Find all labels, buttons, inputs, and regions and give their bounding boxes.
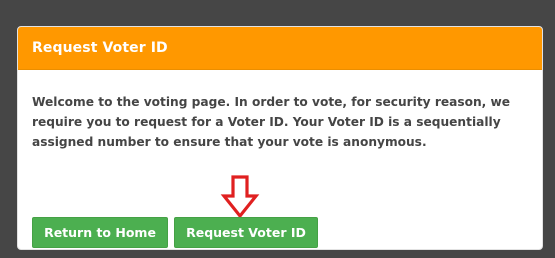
- panel-body: Welcome to the voting page. In order to …: [18, 70, 542, 248]
- welcome-message: Welcome to the voting page. In order to …: [32, 95, 511, 149]
- panel-title: Request Voter ID: [18, 27, 542, 70]
- return-to-home-button[interactable]: Return to Home: [32, 217, 168, 248]
- request-voter-id-button[interactable]: Request Voter ID: [174, 217, 318, 248]
- arrow-down-outline-icon: [220, 175, 260, 219]
- action-buttons: Return to Home Request Voter ID: [32, 217, 318, 248]
- request-voter-id-panel: Request Voter ID Welcome to the voting p…: [17, 26, 543, 250]
